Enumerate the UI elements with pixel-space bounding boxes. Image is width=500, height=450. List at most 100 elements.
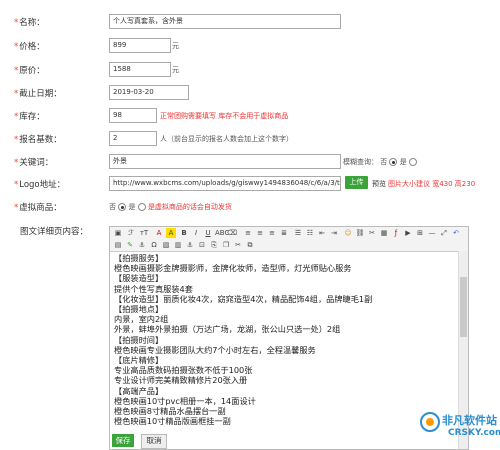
unlink-icon[interactable]: ✂ [367, 228, 377, 238]
save-button[interactable]: 保存 [112, 434, 134, 447]
indent-icon[interactable]: ⇥ [329, 228, 339, 238]
signup-input[interactable]: 2 [109, 131, 157, 146]
unordered-list-icon[interactable]: ☷ [305, 228, 315, 238]
preview-link[interactable]: 预览 [372, 179, 386, 189]
site-watermark: 非凡软件站 CRSKY.com [420, 404, 500, 448]
paste-icon[interactable]: ⧉ [245, 240, 255, 250]
content-line: 【高端产品】 [114, 385, 164, 396]
virtual-no-radio[interactable] [118, 203, 127, 211]
content-line: 专业设计师完美精致精修片20张入册 [114, 375, 248, 386]
name-row: *名称： 个人写真套系，含外景 [0, 13, 500, 31]
virtual-no-label: 否 [109, 203, 116, 211]
editor-scroll-thumb[interactable] [460, 277, 467, 337]
fullscreen-icon[interactable]: ⤢ [439, 228, 449, 238]
name-label: *名称： [14, 18, 45, 28]
align-justify-icon[interactable]: ≣ [279, 228, 289, 238]
content-line: 外景，蚌埠外景拍摄（万达广场，龙湖，张公山只选一处）2组 [114, 324, 341, 335]
emoticon-icon[interactable]: ☺ [343, 228, 353, 238]
editor-content[interactable]: 【拍摄服务】 橙色映画摄影金牌摄影师，金牌化妆师，造型师，灯光师贴心服务 【服装… [114, 253, 448, 449]
content-line: 橙色映画摄影金牌摄影师，金牌化妆师，造型师，灯光师贴心服务 [114, 263, 352, 274]
bold-icon[interactable]: B [179, 228, 189, 238]
rich-text-editor[interactable]: ▣ ℱ ᴛT A A B I U ABC ⌫ ≡ ≡ ≡ ≣ ☰ ☷ ⇤ ⇥ ☺… [109, 226, 469, 450]
content-line: 【拍摄地点】 [114, 304, 164, 315]
price-input[interactable]: 899 [109, 38, 171, 53]
stock-row: *库存： 98 正常团购需要填写 库存不会用于虚拟商品 [0, 107, 500, 125]
eraser-icon[interactable]: ⌫ [227, 228, 237, 238]
italic-icon[interactable]: I [191, 228, 201, 238]
map-icon[interactable]: ⊡ [197, 240, 207, 250]
content-line: 内景，室内2组 [114, 314, 169, 325]
cut-icon[interactable]: ✂ [233, 240, 243, 250]
highlight-icon[interactable]: A [166, 228, 176, 238]
orig-price-label: *原价： [14, 66, 45, 76]
virtual-label: *虚拟商品： [14, 203, 62, 213]
fuzzy-query: 模糊查询： 否 是 [343, 157, 417, 167]
orig-price-unit: 元 [172, 66, 179, 74]
image-icon[interactable]: ▦ [379, 228, 389, 238]
undo-icon[interactable]: ↶ [451, 228, 461, 238]
virtual-row: *虚拟商品： 否 是 是虚拟商品的话会自动发货 [0, 198, 500, 216]
table-icon[interactable]: ⊞ [415, 228, 425, 238]
content-line: 橙色映画8寸精品水晶摆台一副 [114, 406, 226, 417]
virtual-options: 否 是 是虚拟商品的话会自动发货 [109, 202, 232, 212]
content-line: 橙色映画10寸pvc相册一本，14面设计 [114, 395, 256, 406]
detail-label: 图文详细页内容： [20, 227, 89, 237]
logo-label: *Logo地址： [14, 180, 66, 190]
watermark-title: 非凡软件站 [442, 414, 497, 427]
insert-file-icon[interactable]: ▥ [173, 240, 183, 250]
stock-input[interactable]: 98 [109, 108, 157, 123]
price-unit: 元 [172, 42, 179, 50]
stock-note: 正常团购需要填写 库存不会用于虚拟商品 [160, 112, 289, 120]
anchor2-icon[interactable]: ⚓ [185, 240, 195, 250]
deadline-row: *截止日期： 2019-03-20 [0, 84, 500, 102]
deadline-input[interactable]: 2019-03-20 [109, 85, 189, 100]
font-family-icon[interactable]: ℱ [126, 228, 136, 238]
virtual-note: 是虚拟商品的话会自动发货 [147, 203, 232, 211]
signup-row: *报名基数： 2 人（前台显示的报名人数会加上这个数字） [0, 130, 500, 148]
special-char-icon[interactable]: Ω [149, 240, 159, 250]
copy-icon[interactable]: ❐ [221, 240, 231, 250]
keyword-row: *关键词： 外景 模糊查询： 否 是 [0, 153, 500, 171]
content-line: 提供个性写真服装4套 [114, 283, 193, 294]
upload-button[interactable]: 上传 [345, 176, 368, 189]
source-icon[interactable]: ▣ [113, 228, 123, 238]
fuzzy-label: 模糊查询： [343, 158, 378, 166]
media-icon[interactable]: ▶ [403, 228, 413, 238]
keyword-input[interactable]: 外景 [109, 154, 341, 169]
align-center-icon[interactable]: ≡ [255, 228, 265, 238]
watermark-sub: CRSKY.com [448, 428, 500, 438]
signup-label: *报名基数： [14, 135, 62, 145]
align-right-icon[interactable]: ≡ [267, 228, 277, 238]
name-input[interactable]: 个人写真套系，含外景 [109, 14, 341, 29]
font-color-icon[interactable]: A [154, 228, 164, 238]
preview-icon[interactable]: ▤ [113, 240, 123, 250]
fuzzy-no-option: 否 [380, 158, 388, 166]
align-left-icon[interactable]: ≡ [243, 228, 253, 238]
underline-icon[interactable]: U [203, 228, 213, 238]
ordered-list-icon[interactable]: ☰ [293, 228, 303, 238]
orig-price-input[interactable]: 1588 [109, 62, 171, 77]
orig-price-row: *原价： 1588 元 [0, 61, 500, 79]
logo-url-input[interactable]: http://www.wxbcms.com/uploads/g/giswwy14… [109, 176, 341, 191]
anchor-icon[interactable]: ⚓ [137, 240, 147, 250]
strikethrough-icon[interactable]: ABC [215, 228, 229, 238]
virtual-yes-label: 是 [128, 203, 136, 211]
virtual-yes-radio[interactable] [137, 203, 146, 211]
fuzzy-no-radio[interactable] [389, 158, 398, 166]
flash-icon[interactable]: ƒ [391, 228, 401, 238]
keyword-label: *关键词： [14, 158, 54, 168]
cancel-button[interactable]: 取消 [141, 434, 167, 449]
content-line: 【化妆造型】丽质化妆4次，窈窕造型4次，精品配饰4组，品牌睫毛1副 [114, 293, 373, 304]
page-break-icon[interactable]: ⎘ [209, 240, 219, 250]
signup-unit: 人（前台显示的报名人数会加上这个数字） [160, 135, 293, 143]
font-size-icon[interactable]: ᴛT [139, 228, 149, 238]
template-icon[interactable]: ✎ [125, 240, 135, 250]
outdent-icon[interactable]: ⇤ [317, 228, 327, 238]
insert-image-icon[interactable]: ▧ [161, 240, 171, 250]
content-line: 【拍摄时间】 [114, 334, 164, 345]
link-icon[interactable]: ⛓ [355, 228, 365, 238]
fuzzy-yes-radio[interactable] [408, 158, 417, 166]
deadline-label: *截止日期： [14, 89, 62, 99]
hr-icon[interactable]: — [427, 228, 437, 238]
logo-size-hint: 图片大小建议 宽430 高230 [388, 180, 476, 188]
